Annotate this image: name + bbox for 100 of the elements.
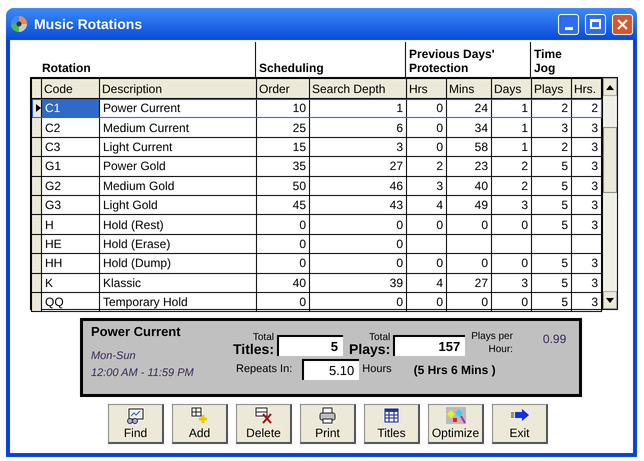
table-cell: 27 — [446, 273, 492, 292]
table-cell: 35 — [256, 156, 310, 176]
group-header: Scheduling — [258, 61, 324, 77]
table-cell: 0 — [446, 292, 492, 312]
table-cell: 46 — [310, 176, 406, 196]
schedule-hours: 12:00 AM - 11:59 PM — [91, 366, 195, 381]
table-cell: 5 — [532, 176, 572, 196]
close-icon — [617, 18, 628, 30]
table-cell: 4 — [406, 273, 446, 292]
table-cell: 40 — [256, 273, 310, 292]
find-icon — [126, 407, 146, 424]
table-cell: 0 — [310, 214, 406, 234]
table-cell: 5 — [532, 292, 572, 312]
input-field[interactable]: 157 — [393, 335, 466, 356]
table-cell: 0 — [310, 234, 406, 254]
table-cell: 25 — [256, 118, 310, 138]
maximize-button[interactable] — [585, 14, 606, 34]
toolbar-button[interactable]: Exit — [492, 404, 548, 444]
rotation-title: Power Current — [91, 324, 182, 340]
table-cell: 15 — [256, 137, 310, 157]
input-field[interactable]: 5.10 — [302, 359, 360, 380]
scroll-thumb[interactable] — [603, 127, 617, 193]
group-header: Rotation — [41, 61, 91, 77]
column-header[interactable]: Plays — [532, 78, 572, 98]
toolbar-button[interactable]: Print — [300, 404, 356, 444]
table-cell: HE — [42, 234, 100, 254]
table-cell: 5 — [532, 273, 572, 292]
table-cell: 34 — [446, 118, 492, 138]
table-cell: 58 — [446, 137, 492, 157]
table-cell: Temporary Hold — [100, 292, 256, 312]
add-icon — [190, 407, 210, 424]
table-cell: 45 — [256, 195, 310, 215]
table-cell: 0 — [256, 214, 310, 234]
field-label: Total — [252, 332, 274, 343]
table-cell: 3 — [406, 176, 446, 196]
table-cell: 0 — [406, 254, 446, 274]
table-cell: 0 — [310, 292, 406, 312]
minimize-button[interactable] — [558, 14, 579, 34]
table-cell: Power Gold — [100, 156, 256, 176]
table-cell: QQ — [42, 292, 100, 312]
column-header[interactable]: Hrs. — [572, 78, 602, 98]
table-cell: 3 — [310, 137, 406, 157]
column-header[interactable]: Order — [256, 78, 310, 98]
table-cell: 0 — [446, 214, 492, 234]
column-header[interactable]: Mins — [446, 78, 492, 98]
table-cell: 0 — [256, 292, 310, 312]
close-button[interactable] — [612, 14, 633, 34]
group-header: Time Jog — [533, 47, 563, 77]
down-arrow-icon — [606, 298, 614, 302]
table-cell: Hold (Dump) — [100, 254, 256, 274]
column-header[interactable]: Code — [42, 78, 100, 98]
table-cell: 43 — [310, 195, 406, 215]
table-cell: 2 — [492, 156, 532, 176]
table-cell: 0 — [256, 234, 310, 254]
table-cell: G2 — [42, 176, 100, 196]
table-cell: HH — [42, 254, 100, 274]
table-cell: 0 — [406, 214, 446, 234]
table-cell: Medium Current — [100, 118, 256, 138]
table-cell: 5 — [532, 254, 572, 274]
table-cell: 3 — [532, 118, 572, 138]
toolbar-button[interactable]: Optimize — [428, 404, 484, 444]
table-cell: G1 — [42, 156, 100, 176]
table-cell: 2 — [492, 176, 532, 196]
scroll-down-button[interactable] — [603, 291, 617, 309]
up-arrow-icon — [606, 84, 614, 90]
table-cell: 2 — [406, 156, 446, 176]
scrollbar[interactable] — [602, 78, 617, 309]
table-cell: Light Gold — [100, 195, 256, 215]
table-cell: 39 — [310, 273, 406, 292]
field-label: Hour: — [488, 343, 513, 356]
column-header[interactable]: Search Depth — [310, 78, 406, 98]
toolbar-button[interactable]: Titles — [364, 404, 420, 444]
table-cell: Light Current — [100, 137, 256, 157]
delete-icon — [254, 407, 274, 424]
column-header[interactable]: Description — [100, 78, 256, 98]
table-cell: 0 — [256, 254, 310, 274]
table-cell: 5 — [532, 214, 572, 234]
table-cell: 49 — [446, 195, 492, 215]
scroll-up-button[interactable] — [603, 78, 617, 96]
field-label: Titles: — [233, 342, 274, 356]
field-label: Hours — [362, 362, 392, 378]
table-cell: C2 — [42, 118, 100, 138]
toolbar-button[interactable]: Delete — [236, 404, 292, 444]
table-cell: Klassic — [100, 273, 256, 292]
table-cell: C3 — [42, 137, 100, 157]
column-header[interactable]: Days — [492, 78, 532, 98]
table-cell: 0 — [492, 292, 532, 312]
toolbar-button[interactable]: Add — [172, 404, 228, 444]
input-field[interactable]: 5 — [276, 335, 343, 356]
table-cell: K — [42, 273, 100, 292]
table-cell: 50 — [256, 176, 310, 196]
exit-icon — [510, 407, 530, 424]
table-cell: 0 — [406, 292, 446, 312]
table-cell: 4 — [406, 195, 446, 215]
table-cell: 1 — [492, 137, 532, 157]
titles-icon — [382, 407, 402, 424]
column-header[interactable]: Hrs — [406, 78, 446, 98]
toolbar-button[interactable]: Find — [108, 404, 164, 444]
table-cell: 0 — [406, 118, 446, 138]
window-title: Music Rotations — [34, 14, 144, 34]
